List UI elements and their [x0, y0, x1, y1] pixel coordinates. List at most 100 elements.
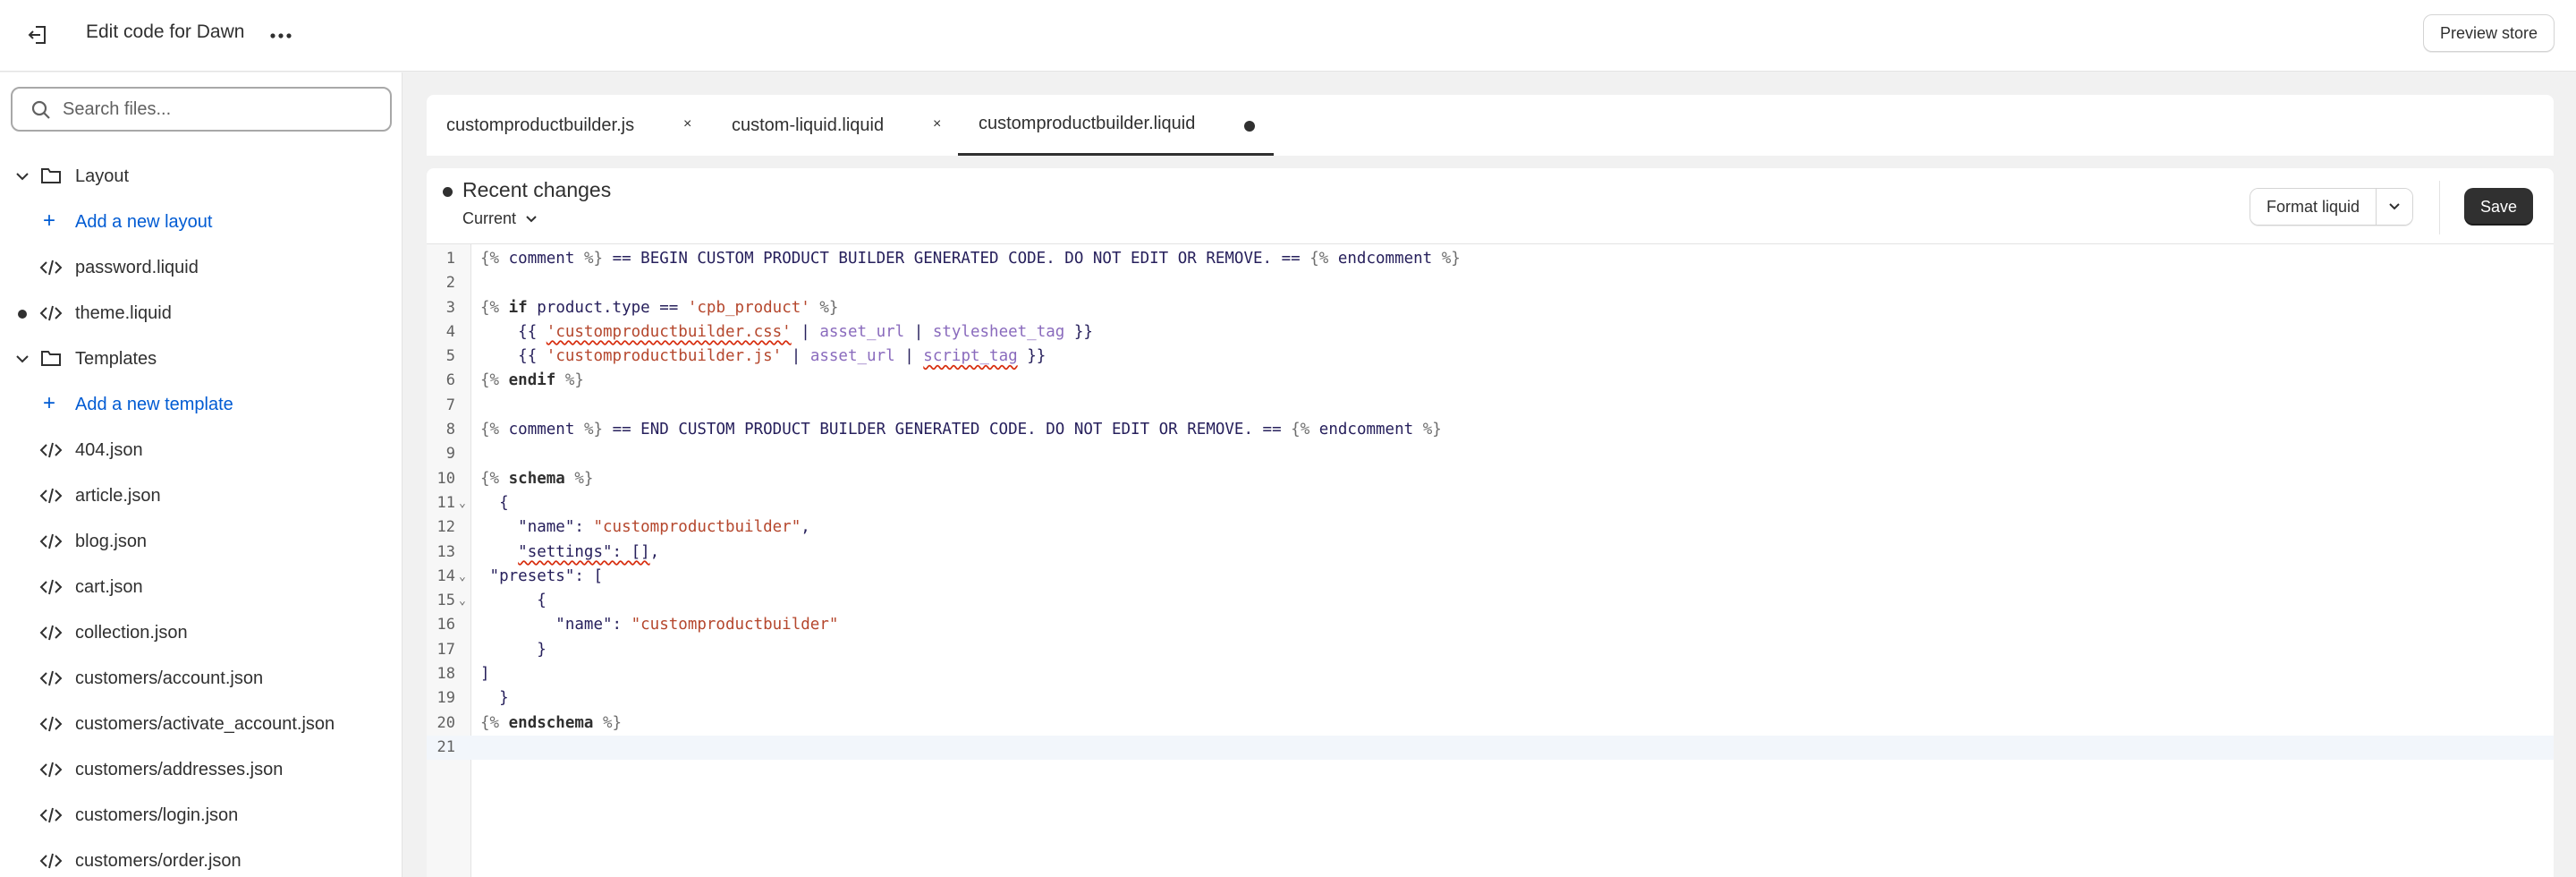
tab-label: customproductbuilder.js: [446, 115, 635, 135]
file-item[interactable]: theme.liquid: [0, 290, 402, 336]
tab-custom-liquid-liquid[interactable]: custom-liquid.liquid ×: [732, 95, 946, 156]
line-number: 7: [445, 396, 455, 414]
modified-dot-icon: [18, 310, 27, 319]
format-liquid-button[interactable]: Format liquid: [2250, 189, 2377, 225]
code-text: "presets": [: [489, 566, 603, 585]
tab-customproductbuilder-js[interactable]: customproductbuilder.js ×: [446, 95, 715, 156]
file-label: customers/login.json: [75, 805, 239, 825]
fold-chevron-icon[interactable]: ⌄: [459, 565, 466, 589]
version-select[interactable]: Current: [462, 209, 538, 228]
line-number: 10: [436, 469, 455, 488]
file-label: customers/account.json: [75, 668, 264, 688]
code-line[interactable]: 9: [427, 442, 2554, 466]
code-text: {: [499, 493, 509, 512]
line-number: 14: [436, 566, 455, 585]
code-line[interactable]: 8 {% comment %} == END CUSTOM PRODUCT BUI…: [427, 418, 2554, 442]
file-item[interactable]: 404.json: [0, 427, 402, 473]
exit-icon[interactable]: [23, 20, 54, 50]
file-label: theme.liquid: [75, 303, 172, 323]
recent-changes-title: Recent changes: [462, 178, 612, 201]
format-button-group: Format liquid: [2250, 188, 2414, 226]
file-item[interactable]: customers/order.json: [0, 838, 402, 877]
code-line[interactable]: 16 "name": "customproductbuilder": [427, 613, 2554, 637]
file-item[interactable]: article.json: [0, 473, 402, 518]
code-file-icon: [39, 714, 63, 734]
line-number: 12: [436, 518, 455, 537]
line-number: 19: [436, 689, 455, 708]
code-text: }: [537, 640, 547, 659]
code-line[interactable]: 13 "settings": [],: [427, 541, 2554, 565]
code-line[interactable]: 21: [427, 735, 2554, 761]
line-number: 18: [436, 665, 455, 684]
fold-chevron-icon[interactable]: ⌄: [459, 589, 466, 613]
tab-label: custom-liquid.liquid: [732, 115, 885, 135]
line-number: 6: [445, 371, 455, 390]
code-line[interactable]: 14 ⌄ "presets": [: [427, 565, 2554, 589]
code-line[interactable]: 11 ⌄ {: [427, 491, 2554, 515]
close-icon[interactable]: ×: [933, 116, 941, 132]
code-line[interactable]: 17 }: [427, 638, 2554, 662]
unsaved-dot-icon: [1244, 121, 1255, 132]
code-file-icon: [39, 668, 63, 688]
code-line[interactable]: 15 ⌄ {: [427, 589, 2554, 613]
add-file-label: Add a new template: [75, 395, 233, 414]
search-box[interactable]: [11, 87, 392, 132]
code-line[interactable]: 19 }: [427, 686, 2554, 711]
file-item[interactable]: collection.json: [0, 609, 402, 655]
code-line[interactable]: 1 {% comment %} == BEGIN CUSTOM PRODUCT B…: [427, 247, 2554, 271]
file-item[interactable]: cart.json: [0, 564, 402, 609]
tab-customproductbuilder-liquid[interactable]: customproductbuilder.liquid: [958, 95, 1274, 156]
file-label: customers/activate_account.json: [75, 714, 335, 734]
code-line[interactable]: 4 {{ 'customproductbuilder.css' | asset_…: [427, 320, 2554, 345]
file-item[interactable]: blog.json: [0, 518, 402, 564]
code-line[interactable]: 3 {% if product.type == 'cpb_product' %}: [427, 296, 2554, 320]
line-number: 17: [436, 640, 455, 659]
add-file-label: Add a new layout: [75, 212, 213, 232]
more-actions-icon[interactable]: [265, 20, 297, 52]
folder-icon: [39, 347, 63, 369]
file-item[interactable]: customers/addresses.json: [0, 746, 402, 792]
code-line[interactable]: 5 {{ 'customproductbuilder.js' | asset_u…: [427, 345, 2554, 369]
line-number: 20: [436, 713, 455, 732]
close-icon[interactable]: ×: [683, 116, 691, 132]
file-label: 404.json: [75, 440, 143, 460]
file-label: password.liquid: [75, 258, 199, 277]
code-text: {% comment %} == BEGIN CUSTOM PRODUCT BU…: [480, 250, 1461, 268]
code-line[interactable]: 6 {% endif %}: [427, 369, 2554, 393]
file-item[interactable]: customers/activate_account.json: [0, 701, 402, 746]
code-line[interactable]: 10 {% schema %}: [427, 467, 2554, 491]
code-line[interactable]: 18]: [427, 662, 2554, 686]
chevron-down-icon[interactable]: [14, 351, 30, 367]
search-input[interactable]: [63, 98, 367, 120]
code-text: }: [499, 689, 509, 708]
file-item[interactable]: customers/account.json: [0, 655, 402, 701]
code-file-icon: [39, 577, 63, 597]
code-editor[interactable]: 1 {% comment %} == BEGIN CUSTOM PRODUCT B…: [427, 247, 2554, 761]
preview-store-button[interactable]: Preview store: [2422, 14, 2555, 52]
editor-divider: [427, 243, 2554, 244]
chevron-down-icon: [2389, 203, 2400, 210]
add-file-link[interactable]: + Add a new layout: [0, 199, 402, 244]
folder-templates[interactable]: Templates: [0, 336, 402, 381]
line-number: 13: [436, 542, 455, 561]
code-line[interactable]: 2: [427, 271, 2554, 295]
file-item[interactable]: customers/login.json: [0, 792, 402, 838]
code-text: {{ 'customproductbuilder.css' | asset_ur…: [518, 322, 1093, 341]
code-line[interactable]: 20 {% endschema %}: [427, 711, 2554, 736]
code-file-icon: [39, 440, 63, 460]
save-button[interactable]: Save: [2464, 188, 2534, 226]
add-file-link[interactable]: + Add a new template: [0, 381, 402, 427]
line-number: 4: [445, 322, 455, 341]
code-line[interactable]: 7: [427, 394, 2554, 418]
format-options-button[interactable]: [2377, 189, 2413, 225]
code-line[interactable]: 12 "name": "customproductbuilder",: [427, 515, 2554, 540]
line-number: 5: [445, 347, 455, 366]
tab-bar: customproductbuilder.js × custom-liquid.…: [427, 95, 2554, 156]
chevron-down-icon[interactable]: [14, 168, 30, 184]
line-number: 15: [436, 592, 455, 610]
folder-layout[interactable]: Layout: [0, 153, 402, 199]
toolbar-divider: [2439, 181, 2440, 234]
file-item[interactable]: password.liquid: [0, 244, 402, 290]
code-text: {% comment %} == END CUSTOM PRODUCT BUIL…: [480, 421, 1442, 439]
fold-chevron-icon[interactable]: ⌄: [459, 491, 466, 515]
